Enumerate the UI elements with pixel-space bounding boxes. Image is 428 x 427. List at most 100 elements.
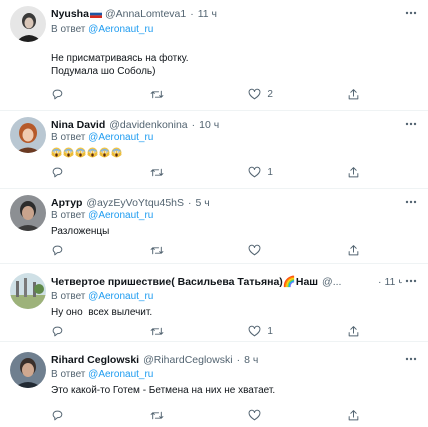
reply-icon <box>52 410 63 420</box>
avatar[interactable] <box>10 352 46 388</box>
retweet-icon <box>150 168 164 176</box>
more-icon[interactable] <box>404 6 418 24</box>
reply-context: В ответ @Aeronaut_ru <box>51 23 153 37</box>
like-button[interactable]: 2 <box>248 87 308 101</box>
reply-button[interactable] <box>51 408 111 422</box>
like-icon <box>248 244 261 255</box>
reply-mention[interactable]: @Aeronaut_ru <box>88 369 153 380</box>
separator: · <box>188 197 192 209</box>
reply-button[interactable] <box>51 165 111 179</box>
retweet-icon <box>150 327 164 335</box>
like-button[interactable]: 1 <box>248 165 308 179</box>
reply-feed: Nyusha @AnnaLomteva1 · 11 ч В ответ @Aer… <box>0 0 428 427</box>
retweet-icon <box>150 90 164 98</box>
separator: · <box>191 119 196 131</box>
timestamp[interactable]: 11 ч <box>385 274 403 290</box>
retweet-button[interactable] <box>150 165 210 179</box>
reply-icon <box>52 167 63 177</box>
more-icon[interactable] <box>404 352 418 370</box>
retweet-button[interactable] <box>150 324 210 338</box>
avatar[interactable] <box>10 273 46 309</box>
tweet-text: Ну оно всех вылечит. <box>51 307 153 318</box>
share-button[interactable] <box>347 243 361 257</box>
author-name[interactable]: Rihard Ceglowski <box>51 352 139 368</box>
timestamp[interactable]: 8 ч <box>244 352 258 368</box>
like-button[interactable] <box>248 243 308 257</box>
reply-prefix: В ответ <box>51 369 86 380</box>
author-handle[interactable]: @RihardCeglowski <box>143 352 232 368</box>
reply-prefix: В ответ <box>51 24 86 35</box>
like-count: 1 <box>267 325 273 337</box>
tweet[interactable]: Nina David @davidenkonina · 10 ч В ответ… <box>0 111 428 189</box>
tweet-text: Разложенцы <box>51 226 110 237</box>
share-icon <box>348 166 359 177</box>
retweet-button[interactable] <box>150 243 210 257</box>
retweet-icon <box>150 246 164 254</box>
share-button[interactable] <box>347 408 361 422</box>
share-icon <box>348 244 359 255</box>
reply-icon <box>52 89 63 99</box>
scream-emoji <box>51 147 62 158</box>
reply-button[interactable] <box>51 324 111 338</box>
reply-mention[interactable]: @Aeronaut_ru <box>88 132 153 143</box>
reply-icon <box>52 245 63 255</box>
scream-emoji <box>63 147 74 158</box>
scream-emoji <box>111 147 122 158</box>
avatar[interactable] <box>10 195 46 231</box>
action-bar <box>51 243 361 257</box>
scream-emoji <box>87 147 98 158</box>
share-button[interactable] <box>347 165 361 179</box>
share-icon <box>348 88 359 99</box>
reply-icon <box>52 326 63 336</box>
separator: · <box>378 276 382 288</box>
like-icon <box>248 325 261 336</box>
share-button[interactable] <box>347 87 361 101</box>
tweet-text <box>51 146 408 159</box>
author-name[interactable]: Четвертое пришествие( Васильева Татьяна)… <box>51 274 318 290</box>
like-count: 2 <box>267 88 273 100</box>
share-button[interactable] <box>347 324 361 338</box>
russia-flag-icon <box>89 10 102 18</box>
tweet[interactable]: Артур @ayzEyVoYtqu45hS · 5 ч В ответ @Ae… <box>0 189 428 264</box>
timestamp[interactable]: 11 ч <box>198 6 217 22</box>
avatar[interactable] <box>10 6 46 42</box>
reply-context: В ответ @Aeronaut_ru <box>51 131 153 145</box>
action-bar: 1 <box>51 324 361 338</box>
tweet[interactable]: Nyusha @AnnaLomteva1 · 11 ч В ответ @Aer… <box>0 0 428 111</box>
tweet[interactable]: Четвертое пришествие( Васильева Татьяна)… <box>0 264 428 342</box>
reply-button[interactable] <box>51 87 111 101</box>
author-handle[interactable]: @... <box>322 274 341 290</box>
reply-mention[interactable]: @Aeronaut_ru <box>88 24 153 35</box>
reply-mention[interactable]: @Aeronaut_ru <box>88 291 153 302</box>
like-icon <box>248 88 261 99</box>
retweet-button[interactable] <box>150 408 210 422</box>
share-icon <box>348 325 359 336</box>
action-bar: 1 <box>51 165 361 179</box>
more-icon[interactable] <box>404 117 418 135</box>
reply-context: В ответ @Aeronaut_ru <box>51 368 153 382</box>
timestamp[interactable]: 10 ч <box>199 117 219 133</box>
timestamp[interactable]: 5 ч <box>196 195 210 211</box>
separator: · <box>236 354 241 366</box>
reply-prefix: В ответ <box>51 291 86 302</box>
reply-context: В ответ @Aeronaut_ru <box>51 290 153 304</box>
reply-mention[interactable]: @Aeronaut_ru <box>88 210 153 221</box>
retweet-button[interactable] <box>150 87 210 101</box>
avatar[interactable] <box>10 117 46 153</box>
like-button[interactable] <box>248 408 308 422</box>
more-icon[interactable] <box>404 274 418 292</box>
scream-emoji <box>99 147 110 158</box>
scream-emoji <box>75 147 86 158</box>
tweet-text: Не присматриваясь на фотку. Подумала шо … <box>51 53 189 77</box>
author-handle[interactable]: @AnnaLomteva1 <box>105 6 186 22</box>
like-button[interactable]: 1 <box>248 324 308 338</box>
reply-button[interactable] <box>51 243 111 257</box>
tweet[interactable]: Rihard Ceglowski @RihardCeglowski · 8 ч … <box>0 342 428 427</box>
action-bar <box>51 408 361 422</box>
action-bar: 2 <box>51 87 361 101</box>
author-name[interactable]: Nyusha <box>51 6 89 22</box>
like-icon <box>248 409 261 420</box>
retweet-icon <box>150 411 164 419</box>
tweet-text: Это какой-то Готем - Бетмена на них не х… <box>51 385 276 396</box>
more-icon[interactable] <box>404 195 418 213</box>
